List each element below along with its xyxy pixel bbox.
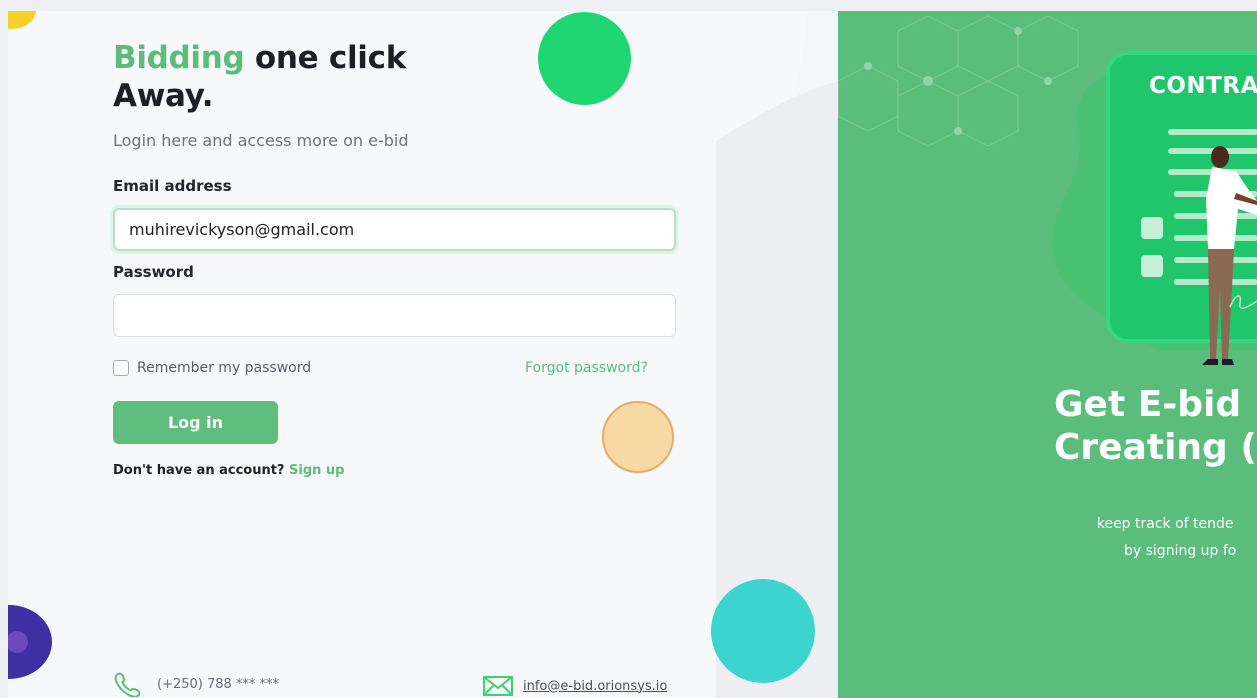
forgot-password-link[interactable]: Forgot password? <box>525 360 648 376</box>
decor-circle-teal <box>711 579 815 683</box>
signature-mark <box>1229 295 1257 309</box>
decor-circle-peach <box>602 401 674 473</box>
heading-line2: Away. <box>113 78 214 114</box>
promo-subtitle-line2: by signing up fo <box>1124 543 1237 559</box>
remember-password[interactable]: Remember my password <box>113 360 311 376</box>
contract-line <box>1168 129 1257 135</box>
decor-circle-green <box>538 12 631 105</box>
footer-email[interactable]: info@e-bid.orionsys.io <box>483 676 667 696</box>
heading-rest: one click <box>244 40 407 76</box>
footer-email-link[interactable]: info@e-bid.orionsys.io <box>523 679 667 694</box>
login-button[interactable]: Log in <box>113 401 278 444</box>
login-panel: Bidding one click Away. Login here and a… <box>8 11 838 698</box>
promo-title: Get E-bid Creating ( <box>1054 383 1257 469</box>
phone-number: (+250) 788 *** *** <box>157 676 280 692</box>
remember-label: Remember my password <box>137 360 312 376</box>
signup-prompt: Don't have an account? Sign up <box>113 463 344 478</box>
checkbox-icon[interactable] <box>113 360 129 376</box>
mail-icon <box>483 676 513 696</box>
person-illustration <box>1202 146 1257 365</box>
promo-subtitle-line1: keep track of tende <box>1096 516 1234 532</box>
contract-checkbox <box>1141 217 1163 239</box>
page-heading: Bidding one click Away. <box>113 39 406 115</box>
email-label: Email address <box>113 177 232 195</box>
contract-checkbox <box>1141 255 1163 277</box>
login-page: Bidding one click Away. Login here and a… <box>0 0 1257 698</box>
promo-subtitle: keep track of tende by signing up fo <box>1094 511 1237 565</box>
footer-phone: (+250) 788 *** *** <box>113 671 279 697</box>
password-label: Password <box>113 263 194 281</box>
heading-accent: Bidding <box>113 40 245 76</box>
contract-illustration-title: CONTRAC <box>1149 73 1257 99</box>
promo-title-line1: Get E-bid <box>1054 384 1242 425</box>
password-field[interactable] <box>113 294 676 337</box>
email-field[interactable] <box>113 208 676 251</box>
signup-link[interactable]: Sign up <box>289 463 344 478</box>
no-account-text: Don't have an account? <box>113 463 285 478</box>
page-subtitle: Login here and access more on e-bid <box>113 131 409 150</box>
promo-panel: CONTRAC Get E-bid Creating ( keep track … <box>838 11 1257 698</box>
promo-title-line2: Creating ( <box>1054 427 1257 468</box>
phone-icon <box>114 672 141 697</box>
